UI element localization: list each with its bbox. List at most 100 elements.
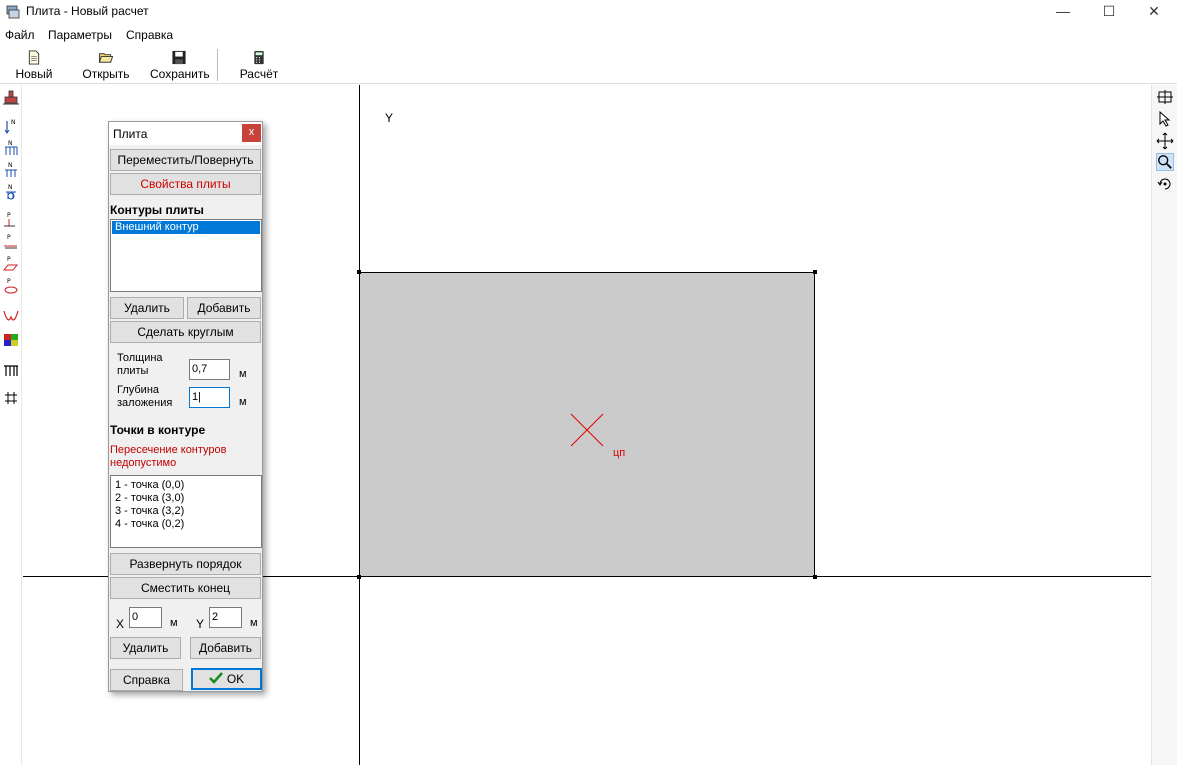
dialog-title-bar[interactable]: Плита x: [109, 122, 262, 145]
rotate-view-icon[interactable]: [1156, 176, 1174, 194]
fit-view-icon[interactable]: [1156, 88, 1174, 106]
plate-corner-point[interactable]: [357, 270, 361, 274]
depth-label-line1: Глубина: [117, 384, 160, 396]
plate-dialog: Плита x Переместить/Повернуть Свойства п…: [108, 121, 263, 692]
pressure-line-icon[interactable]: P: [3, 233, 19, 251]
depth-field[interactable]: 1|: [189, 387, 230, 408]
open-folder-icon: [98, 53, 114, 63]
move-rotate-button[interactable]: Переместить/Повернуть: [110, 149, 261, 171]
dialog-close-button[interactable]: x: [242, 124, 261, 142]
right-toolbar: [1151, 85, 1177, 765]
thickness-label-line2: плиты: [117, 365, 149, 377]
new-button[interactable]: Новый: [10, 48, 58, 82]
contour-item[interactable]: Внешний контур: [112, 221, 260, 234]
thickness-field[interactable]: 0,7: [189, 359, 230, 380]
force-moment-icon[interactable]: N: [3, 183, 19, 201]
svg-text:P: P: [7, 234, 11, 241]
settlement-curve-icon[interactable]: [3, 309, 19, 327]
maximize-button[interactable]: ☐: [1086, 0, 1132, 24]
title-bar: Плита - Новый расчет — ☐ ✕: [0, 0, 1177, 24]
foundation-icon[interactable]: [3, 88, 19, 106]
thickness-unit: м: [239, 368, 247, 380]
plate-corner-point[interactable]: [357, 575, 361, 579]
piles-icon[interactable]: [3, 361, 19, 379]
contours-list[interactable]: Внешний контур: [110, 219, 262, 292]
toolbar-separator: [217, 49, 218, 81]
y-axis-label: Y: [385, 111, 394, 125]
menu-params[interactable]: Параметры: [48, 28, 112, 42]
svg-text:N: N: [8, 162, 13, 169]
menu-file[interactable]: Файл: [5, 28, 35, 42]
force-group-icon[interactable]: N: [3, 161, 19, 179]
new-file-icon: [28, 50, 40, 65]
calc-label: Расчёт: [239, 67, 279, 81]
open-button[interactable]: Открыть: [82, 48, 130, 82]
pressure-area-icon[interactable]: P: [3, 255, 19, 273]
help-button[interactable]: Справка: [110, 669, 183, 691]
make-round-button[interactable]: Сделать круглым: [110, 321, 261, 343]
left-toolbar: N N N N P P P P: [0, 85, 22, 765]
reverse-order-button[interactable]: Развернуть порядок: [110, 553, 261, 575]
close-window-button[interactable]: ✕: [1131, 0, 1177, 24]
svg-text:N: N: [8, 184, 13, 191]
window-title: Плита - Новый расчет: [26, 4, 149, 18]
minimize-button[interactable]: —: [1040, 0, 1086, 24]
center-label: цп: [613, 447, 626, 459]
pressure-circle-icon[interactable]: P: [3, 277, 19, 295]
stress-map-icon[interactable]: [3, 331, 19, 349]
open-label: Открыть: [82, 67, 130, 81]
ok-label: OK: [226, 672, 245, 686]
delete-point-button[interactable]: Удалить: [110, 637, 181, 659]
error-message-line1: Пересечение контуров: [110, 444, 227, 456]
point-item[interactable]: 4 - точка (0,2): [112, 518, 261, 531]
y-coord-field[interactable]: 2: [209, 607, 242, 628]
zoom-magnifier-icon: [1158, 155, 1172, 169]
menu-help[interactable]: Справка: [126, 28, 173, 42]
calculator-icon: [254, 50, 264, 65]
contours-header: Контуры плиты: [110, 203, 204, 217]
svg-text:P: P: [7, 278, 11, 285]
points-list[interactable]: 1 - точка (0,0) 2 - точка (3,0) 3 - точк…: [110, 475, 262, 548]
x-unit: м: [170, 617, 178, 629]
menu-bar: Файл Параметры Справка: [0, 25, 1177, 45]
svg-text:P: P: [7, 212, 11, 219]
x-coord-label: X: [116, 617, 125, 631]
delete-contour-button[interactable]: Удалить: [110, 297, 184, 319]
dialog-title: Плита: [113, 127, 148, 141]
add-contour-button[interactable]: Добавить: [187, 297, 261, 319]
y-unit: м: [250, 617, 258, 629]
pressure-point-icon[interactable]: P: [3, 211, 19, 229]
plate-corner-point[interactable]: [813, 575, 817, 579]
distributed-force-icon[interactable]: N: [3, 139, 19, 157]
zoom-tool-button[interactable]: [1156, 153, 1174, 171]
depth-label-line2: заложения: [117, 397, 173, 409]
point-item[interactable]: 3 - точка (3,2): [112, 505, 261, 518]
svg-text:N: N: [11, 119, 16, 126]
x-coord-field[interactable]: 0: [129, 607, 162, 628]
select-pointer-icon[interactable]: [1156, 110, 1174, 128]
point-item[interactable]: 2 - точка (3,0): [112, 492, 261, 505]
calc-button[interactable]: Расчёт: [236, 48, 282, 82]
new-label: Новый: [15, 67, 53, 81]
save-button[interactable]: Сохранить: [150, 48, 210, 82]
y-coord-label: Y: [196, 617, 205, 631]
thickness-label-line1: Толщина: [117, 352, 163, 364]
checkmark-icon: [208, 672, 223, 684]
plate-properties-button[interactable]: Свойства плиты: [110, 173, 261, 195]
svg-text:N: N: [8, 140, 13, 147]
toolbar: Новый Открыть Сохранить Расчёт: [0, 45, 1177, 84]
point-item[interactable]: 1 - точка (0,0): [112, 479, 261, 492]
ok-button[interactable]: OK: [191, 668, 262, 690]
app-icon: [6, 5, 20, 19]
error-message-line2: недопустимо: [110, 457, 177, 469]
grid-icon[interactable]: [3, 389, 19, 407]
save-disk-icon: [172, 50, 186, 65]
depth-unit: м: [239, 396, 247, 408]
center-marker-icon: [570, 413, 604, 447]
save-label: Сохранить: [150, 67, 210, 81]
shift-end-button[interactable]: Сместить конец: [110, 577, 261, 599]
plate-corner-point[interactable]: [813, 270, 817, 274]
force-n-icon[interactable]: N: [3, 117, 19, 135]
add-point-button[interactable]: Добавить: [190, 637, 261, 659]
pan-move-icon[interactable]: [1156, 132, 1174, 150]
